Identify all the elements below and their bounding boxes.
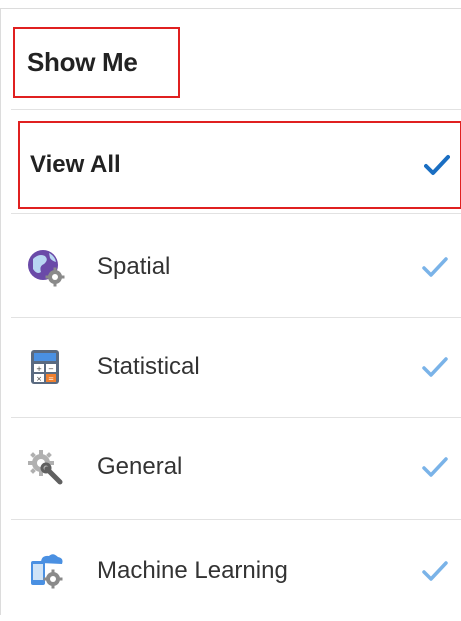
svg-text:×: ×: [36, 375, 42, 383]
checkmark-icon: [422, 457, 448, 477]
checkmark-icon: [422, 257, 448, 277]
checkmark-icon: [422, 357, 448, 377]
panel-title: Show Me: [27, 47, 138, 77]
cloud-device-gear-icon: [31, 554, 63, 589]
list-item-label: Machine Learning: [97, 557, 288, 584]
svg-text:+: +: [36, 365, 42, 373]
checkmark-icon: [424, 155, 450, 175]
list-item-label: Spatial: [97, 253, 171, 280]
divider: [11, 519, 461, 520]
list-item-statistical[interactable]: + − × = Statistical: [11, 317, 461, 417]
divider: [11, 109, 461, 110]
view-all-item[interactable]: View All: [18, 121, 461, 209]
list-item-general[interactable]: General: [11, 417, 461, 517]
show-me-header: Show Me: [13, 27, 180, 98]
calculator-icon: + − × =: [31, 350, 59, 384]
svg-text:=: =: [48, 375, 54, 383]
checkmark-icon: [422, 561, 448, 581]
list-item-label: General: [97, 453, 183, 480]
list-item-label: Statistical: [97, 353, 200, 380]
gear-wrench-icon: [28, 450, 63, 485]
globe-gear-icon: [28, 250, 65, 287]
show-me-panel: Show Me View All Spatial + − × = Statist…: [0, 8, 461, 615]
divider: [11, 213, 461, 214]
svg-text:−: −: [48, 365, 54, 373]
list-item-machine-learning[interactable]: Machine Learning: [11, 521, 461, 621]
view-all-label: View All: [30, 151, 121, 178]
list-item-spatial[interactable]: Spatial: [11, 217, 461, 317]
